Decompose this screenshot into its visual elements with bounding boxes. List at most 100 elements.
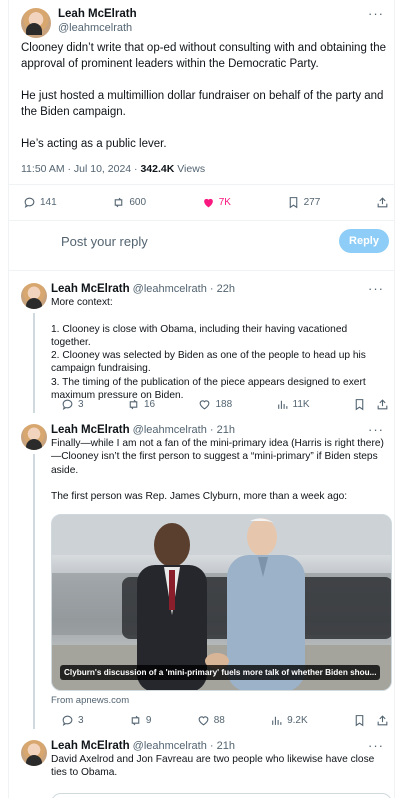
like-count: 7K [218, 196, 231, 208]
like-button[interactable]: 7K [202, 196, 231, 209]
bookmark-icon[interactable] [353, 398, 366, 411]
share-button[interactable] [376, 196, 389, 209]
reply-count: 3 [78, 398, 84, 410]
tweet-text: David Axelrod and Jon Favreau are two pe… [51, 753, 387, 793]
reply-icon [24, 197, 35, 208]
divider [9, 270, 394, 271]
link-source[interactable]: From apnews.com [51, 695, 129, 706]
share-icon[interactable] [376, 714, 389, 727]
repost-icon [115, 197, 123, 207]
reply-button[interactable]: 3 [61, 398, 84, 411]
tweet-text: Clooney didn’t write that op-ed without … [21, 40, 391, 168]
repost-icon [131, 715, 140, 725]
reply-composer: Post your reply Reply [21, 229, 391, 255]
tweet-text: Finally—while I am not a fan of the mini… [51, 437, 387, 517]
avatar[interactable] [21, 740, 47, 766]
more-options-icon[interactable]: ··· [368, 738, 384, 753]
share-icon [377, 196, 388, 207]
tweet-actions: 3 9 88 9.2K [61, 712, 389, 728]
repost-count: 16 [143, 398, 156, 410]
tweet-extra-actions [353, 714, 389, 727]
thread-line [33, 313, 35, 413]
repost-button[interactable]: 16 [127, 398, 155, 411]
author-handle[interactable]: @leahmcelrath [133, 740, 207, 752]
tweet-extra-actions [353, 398, 389, 411]
views-button[interactable]: 11K [276, 398, 310, 411]
reply-tweet[interactable]: Leah McElrath @leahmcelrath · 22h ··· Mo… [9, 281, 394, 413]
tweet-actions: 3 16 188 11K [61, 396, 389, 412]
author-name[interactable]: Leah McElrath [51, 424, 130, 436]
views-count: 342.4K [140, 163, 175, 175]
tweet-header: Leah McElrath @leahmcelrath · 21h [51, 740, 235, 752]
link-preview-title: Clyburn's discussion of a 'mini-primary'… [60, 665, 381, 680]
reply-submit-button[interactable]: Reply [339, 229, 389, 253]
avatar[interactable] [21, 8, 51, 38]
link-preview-image[interactable]: Clyburn's discussion of a 'mini-primary'… [51, 514, 392, 691]
tweet-thread: Leah McElrath @leahmcelrath ··· Clooney … [8, 0, 395, 798]
author-handle[interactable]: @leahmcelrath [133, 283, 207, 295]
views-count: 11K [292, 398, 310, 410]
tweet-header: Leah McElrath @leahmcelrath · 21h [51, 424, 235, 436]
thread-line [33, 454, 35, 729]
author-handle[interactable]: @leahmcelrath [133, 424, 207, 436]
avatar[interactable] [21, 424, 47, 450]
more-options-icon[interactable]: ··· [368, 281, 384, 296]
more-options-icon[interactable]: ··· [368, 6, 384, 21]
tweet-paragraph: 1. Clooney is close with Obama, includin… [51, 323, 366, 402]
reply-count: 3 [78, 714, 84, 726]
tweet-paragraph: Finally—while I am not a fan of the mini… [51, 438, 384, 476]
divider [9, 220, 394, 221]
reply-icon [62, 715, 73, 726]
avatar[interactable] [21, 283, 47, 309]
like-count: 188 [215, 398, 233, 410]
tweet-paragraph: He just hosted a multimillion dollar fun… [21, 90, 384, 118]
heart-icon [200, 399, 210, 409]
repost-button[interactable]: 9 [129, 714, 152, 727]
reply-input[interactable]: Post your reply [61, 234, 148, 249]
tweet-header: Leah McElrath @leahmcelrath · 22h [51, 283, 235, 295]
repost-count: 9 [145, 714, 152, 726]
repost-icon [129, 399, 138, 409]
views-label: Views [174, 163, 206, 175]
tweet-paragraph: David Axelrod and Jon Favreau are two pe… [51, 754, 375, 779]
heart-icon [203, 198, 213, 207]
tweet-paragraph: The first person was Rep. James Clyburn,… [51, 491, 348, 503]
reply-button[interactable]: 3 [61, 714, 84, 727]
tweet-meta: 11:50 AM · Jul 10, 2024 · 342.4K Views [21, 163, 205, 175]
bookmark-icon [289, 196, 297, 208]
like-button[interactable]: 88 [197, 714, 225, 727]
bookmark-icon[interactable] [353, 714, 366, 727]
tweet-time[interactable]: · 21h [207, 740, 235, 752]
tweet-time[interactable]: · 22h [207, 283, 235, 295]
like-button[interactable]: 188 [198, 398, 232, 411]
tweet-actions: 141 600 7K 277 [23, 194, 389, 210]
tweet-timestamp[interactable]: 11:50 AM · Jul 10, 2024 · [21, 163, 140, 175]
reply-tweet[interactable]: Leah McElrath @leahmcelrath · 21h ··· Fi… [9, 422, 394, 729]
quoted-tweet-card[interactable] [51, 793, 392, 798]
analytics-icon [277, 400, 287, 409]
like-count: 88 [213, 714, 225, 726]
analytics-icon [272, 716, 282, 725]
author-handle[interactable]: @leahmcelrath [58, 22, 132, 34]
author-name[interactable]: Leah McElrath [51, 283, 130, 295]
share-icon[interactable] [376, 398, 389, 411]
tweet-paragraph: More context: [51, 297, 113, 308]
bookmark-count: 277 [303, 196, 321, 208]
reply-tweet[interactable]: Leah McElrath @leahmcelrath · 21h ··· Da… [9, 738, 394, 798]
views-count: 9.2K [287, 714, 308, 726]
reply-icon [62, 399, 73, 410]
repost-count: 600 [129, 196, 147, 208]
tweet-time[interactable]: · 21h [207, 424, 235, 436]
author-name[interactable]: Leah McElrath [51, 740, 130, 752]
repost-button[interactable]: 600 [112, 196, 146, 209]
bookmark-button[interactable]: 277 [287, 196, 321, 209]
reply-button[interactable]: 141 [23, 196, 57, 209]
tweet-paragraph: He’s acting as a public lever. [21, 138, 167, 150]
tweet-paragraph: Clooney didn’t write that op-ed without … [21, 42, 387, 70]
divider [9, 184, 394, 185]
heart-icon [198, 715, 209, 725]
views-button[interactable]: 9.2K [270, 714, 308, 727]
more-options-icon[interactable]: ··· [368, 422, 384, 437]
author-name[interactable]: Leah McElrath [58, 8, 137, 20]
reply-count: 141 [40, 196, 57, 208]
